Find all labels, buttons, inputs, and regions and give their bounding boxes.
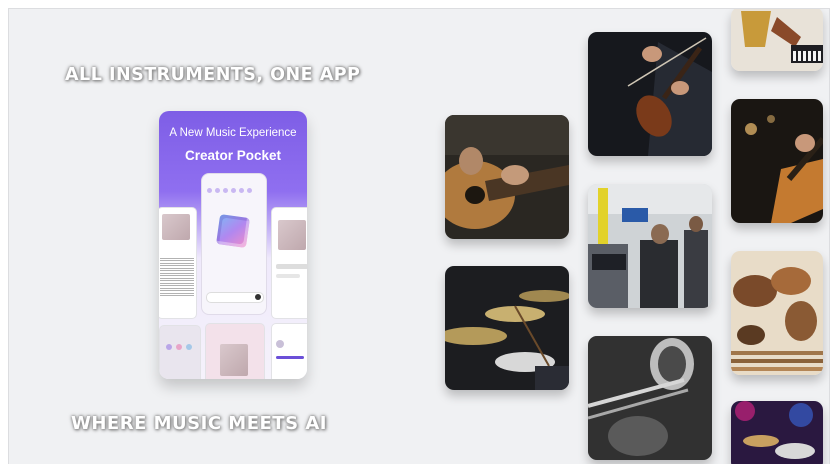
headline-bottom: WHERE MUSIC MEETS AI xyxy=(71,413,327,434)
send-icon xyxy=(255,294,261,300)
acoustic-guitar-photo xyxy=(445,115,569,239)
stage-drums-photo xyxy=(731,401,823,464)
dot-icon xyxy=(186,344,192,350)
dot-icon xyxy=(176,344,182,350)
saxophone-keyboard-photo xyxy=(731,9,823,71)
bottom-center-screen-mockup xyxy=(205,323,265,379)
avatar xyxy=(276,340,284,348)
left-screen-mockup xyxy=(159,207,197,319)
promo-title: A New Music Experience xyxy=(169,127,297,139)
phone-mockup xyxy=(201,173,267,315)
electric-bass-photo xyxy=(731,99,823,223)
right-screen-mockup xyxy=(271,207,307,319)
percussion-instruments-photo xyxy=(731,251,823,375)
room-thumbnail xyxy=(278,220,306,250)
progress-line xyxy=(276,356,304,359)
headline-top: ALL INSTRUMENTS, ONE APP xyxy=(65,65,361,85)
promo-app-name: Creator Pocket xyxy=(184,148,282,163)
bottom-right-screen-mockup xyxy=(271,323,307,379)
page-frame: ALL INSTRUMENTS, ONE APP A New Music Exp… xyxy=(8,8,830,464)
room-thumbnail xyxy=(220,344,248,376)
app-promo-card: A New Music Experience Creator Pocket xyxy=(159,111,307,379)
text-line xyxy=(276,264,307,269)
drum-kit-photo xyxy=(445,266,569,390)
text-line xyxy=(276,274,300,278)
room-thumbnail xyxy=(162,214,190,240)
ai-cube-icon xyxy=(216,214,250,248)
dot-icon xyxy=(166,344,172,350)
violin-photo xyxy=(588,32,712,156)
keyboard-booth-photo xyxy=(588,184,712,308)
bottom-left-screen-mockup xyxy=(159,325,201,379)
phone-input-bar xyxy=(206,292,264,303)
sheet-music-thumbnail xyxy=(160,256,194,296)
trombone-photo xyxy=(588,336,712,460)
instrument-dots xyxy=(207,188,252,193)
